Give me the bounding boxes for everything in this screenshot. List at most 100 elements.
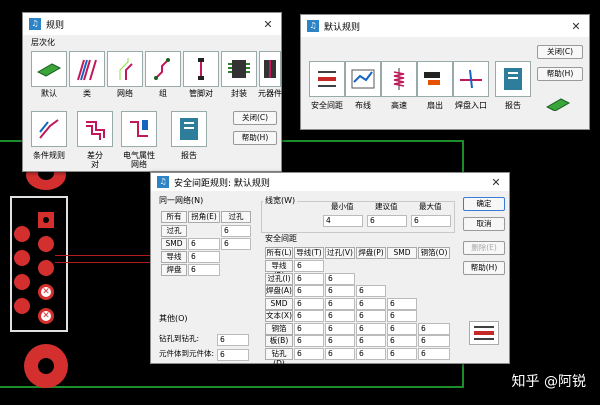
clearance-cell[interactable]: 6 [356,310,386,322]
clearance-row-header[interactable]: 铜箔(C) [265,322,293,343]
clearance-cell[interactable]: 6 [387,335,417,347]
close-button[interactable]: 关闭(C) [233,111,277,125]
clearance-cell[interactable]: 6 [325,335,355,347]
tool-pad-entry[interactable] [453,61,489,97]
clearance-cell[interactable]: 6 [325,310,355,322]
help-button[interactable]: 帮助(H) [233,131,277,145]
report-icon [180,118,198,140]
clearance-cell[interactable]: 6 [387,347,417,360]
default-rules-titlebar[interactable]: ♫ 默认规则 ✕ [301,15,589,37]
tool-high-speed[interactable] [381,61,417,97]
clearance-cell[interactable]: 6 [294,272,324,285]
clearance-cell[interactable]: 6 [387,322,417,335]
same-net-cell[interactable]: 6 [188,264,220,276]
clearance-row-header[interactable]: 钻孔(D) [265,347,293,368]
clearance-row-header[interactable]: 文本(X) [265,310,293,322]
clearance-cell[interactable]: 6 [294,335,324,347]
clearance-row-header[interactable]: 导线(R) [265,260,293,280]
col-trace[interactable]: 导线(T) [294,247,324,259]
same-net-row-smd[interactable]: SMD [161,238,187,250]
clearance-cell[interactable]: 6 [325,322,355,335]
clearance-rules-window: ♫ 安全间距规则: 默认规则 ✕ 同一网络(N) 所有 拐角(E) 过孔 过孔 … [150,172,510,368]
clearance-cell[interactable]: 6 [356,285,386,297]
clearance-row-header[interactable]: 板(B) [265,335,293,347]
body-to-body-input[interactable]: 6 [217,349,249,361]
cancel-button[interactable]: 取消 [463,217,505,231]
clearance-cell[interactable]: 6 [387,297,417,310]
same-net-cell[interactable]: 6 [221,225,251,237]
rules-titlebar[interactable]: ♫ 规则 ✕ [23,13,281,35]
pad [14,226,30,242]
tool-clearance[interactable] [309,61,345,97]
tool-electrical-net[interactable] [121,111,157,147]
clearance-cell[interactable]: 6 [387,310,417,322]
help-button[interactable]: 帮助(H) [463,261,505,275]
clearance-row-header[interactable]: SMD [265,297,293,310]
same-net-row-trace[interactable]: 导线 [161,251,187,263]
tool-class[interactable] [69,51,105,87]
trace-width-rec-input[interactable]: 6 [367,215,407,227]
clearance-cell[interactable]: 6 [325,347,355,360]
clearance-cell[interactable]: 6 [356,322,386,335]
clearance-cell[interactable]: 6 [294,297,324,310]
tool-report[interactable] [171,111,207,147]
tool-pin-pair[interactable] [183,51,219,87]
tool-fanout[interactable] [417,61,453,97]
drill-to-drill-input[interactable]: 6 [217,334,249,346]
col-via[interactable]: 过孔(V) [325,247,355,259]
ok-button[interactable]: 确定 [463,197,505,211]
trace-width-max-input[interactable]: 6 [411,215,451,227]
tool-diff-pair[interactable] [77,111,113,147]
clearance-cell[interactable]: 6 [325,297,355,310]
pad [14,298,30,314]
clearance-cell[interactable]: 6 [325,285,355,297]
tool-component-label: 元器件 [258,89,282,98]
col-pad[interactable]: 焊盘(P) [356,247,386,259]
same-net-cell[interactable]: 6 [188,238,220,250]
clearance-cell[interactable]: 6 [294,285,324,297]
tool-net[interactable] [107,51,143,87]
delete-button[interactable]: 删除(E) [463,241,505,255]
same-net-all-button[interactable]: 所有 [161,211,187,223]
close-icon[interactable]: ✕ [483,176,509,189]
clearance-row-header[interactable]: 焊盘(A) [265,285,293,297]
same-net-row-pad[interactable]: 焊盘 [161,264,187,276]
clearance-cell[interactable]: 6 [294,322,324,335]
close-icon[interactable]: ✕ [563,20,589,33]
clearance-row-header[interactable]: 过孔(I) [265,272,293,285]
clearance-cell[interactable]: 6 [418,322,450,335]
clearance-titlebar[interactable]: ♫ 安全间距规则: 默认规则 ✕ [151,173,509,191]
group-label: 层次化 [31,38,55,47]
tool-group[interactable] [145,51,181,87]
same-net-row-via[interactable]: 过孔 [161,225,187,237]
tool-component[interactable] [259,51,281,87]
col-smd[interactable]: SMD [387,247,417,259]
trace-width-min-input[interactable]: 4 [323,215,363,227]
same-net-cell[interactable]: 6 [188,251,220,263]
clearance-all-button[interactable]: 所有(L) [265,247,293,259]
clearance-cell[interactable]: 6 [418,335,450,347]
clearance-cell[interactable]: 6 [294,347,324,360]
same-net-via-button[interactable]: 过孔 [221,211,251,223]
tool-default[interactable] [31,51,67,87]
tool-routing[interactable] [345,61,381,97]
clearance-cell[interactable]: 6 [294,260,324,272]
same-net-corner-button[interactable]: 拐角(E) [188,211,220,223]
clearance-icon [318,71,336,87]
body-to-body-label: 元件体到元件体: [159,349,215,358]
same-net-cell[interactable]: 6 [221,238,251,250]
clearance-cell[interactable]: 6 [356,347,386,360]
tool-package[interactable] [221,51,257,87]
close-icon[interactable]: ✕ [255,18,281,31]
clearance-cell[interactable]: 6 [418,347,450,360]
clearance-cell[interactable]: 6 [356,335,386,347]
tool-conditional-rule[interactable] [31,111,67,147]
close-button[interactable]: 关闭(C) [537,45,583,59]
clearance-cell[interactable]: 6 [356,297,386,310]
tool-report[interactable] [495,61,531,97]
clearance-cell[interactable]: 6 [294,310,324,322]
clearance-cell[interactable]: 6 [325,272,355,285]
tool-pin-pair-label: 管脚对 [189,89,213,98]
help-button[interactable]: 帮助(H) [537,67,583,81]
col-copper[interactable]: 铜箔(O) [418,247,450,259]
